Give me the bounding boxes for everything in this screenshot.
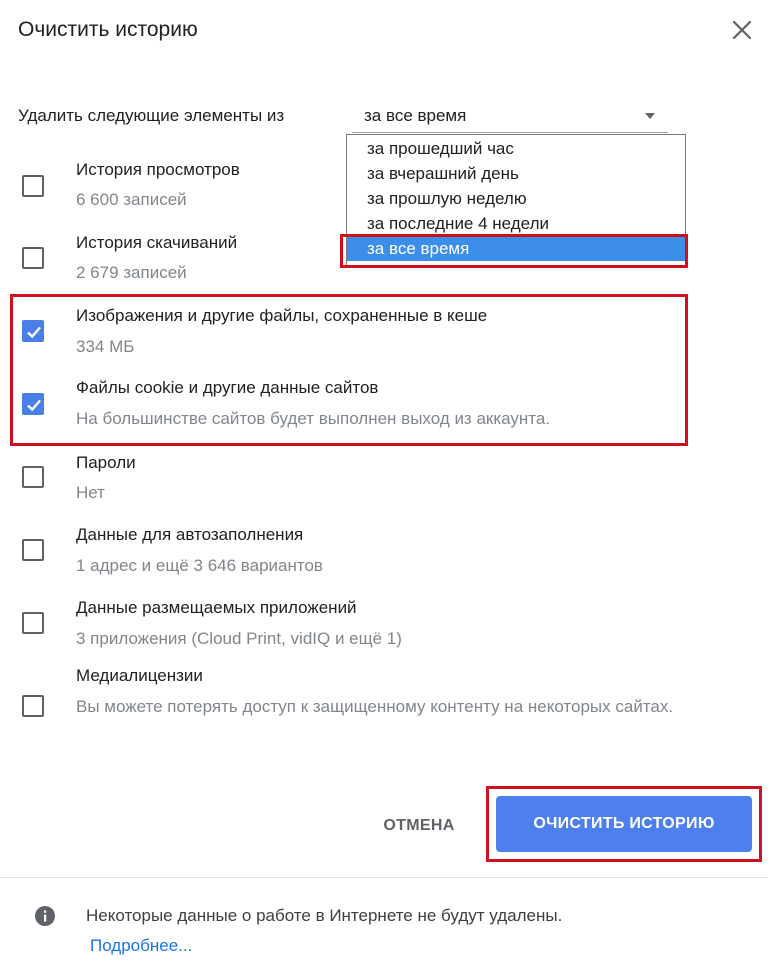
info-icon	[35, 906, 55, 926]
close-icon[interactable]	[728, 16, 756, 44]
item-subtitle-cookies: На большинстве сайтов будет выполнен вых…	[76, 409, 551, 428]
clear-history-button[interactable]: ОЧИСТИТЬ ИСТОРИЮ	[496, 796, 752, 852]
dropdown-option-last-week[interactable]: за прошлую неделю	[347, 186, 685, 211]
dialog-title: Очистить историю	[18, 18, 198, 41]
item-title-cached-images: Изображения и другие файлы, сохраненные …	[76, 306, 488, 325]
item-subtitle-media-licenses: Вы можете потерять доступ к защищенному …	[76, 697, 674, 716]
item-subtitle-browsing-history: 6 600 записей	[76, 190, 187, 209]
cancel-button[interactable]: ОТМЕНА	[368, 808, 470, 844]
item-title-download-history: История скачиваний	[76, 233, 238, 252]
item-subtitle-hosted-apps: 3 приложения (Cloud Print, vidIQ и ещё 1…	[76, 629, 402, 648]
footer-divider	[0, 877, 768, 878]
checkbox-autofill[interactable]	[22, 539, 44, 561]
dropdown-option-last-4-weeks[interactable]: за последние 4 недели	[347, 211, 685, 236]
time-range-label: Удалить следующие элементы из	[18, 106, 285, 125]
checkbox-media-licenses[interactable]	[22, 695, 44, 717]
checkbox-hosted-apps[interactable]	[22, 612, 44, 634]
item-subtitle-download-history: 2 679 записей	[76, 263, 187, 282]
time-range-dropdown: за прошедший час за вчерашний день за пр…	[346, 134, 686, 266]
item-title-cookies: Файлы cookie и другие данные сайтов	[76, 378, 379, 397]
time-range-value: за все время	[364, 106, 467, 125]
item-title-passwords: Пароли	[76, 453, 136, 472]
footer-note: Некоторые данные о работе в Интернете не…	[86, 906, 563, 925]
checkbox-cached-images[interactable]	[22, 320, 44, 342]
item-subtitle-passwords: Нет	[76, 483, 105, 502]
time-range-select[interactable]: за все время	[352, 100, 668, 133]
checkmark-icon	[27, 326, 41, 339]
dropdown-option-last-hour[interactable]: за прошедший час	[347, 136, 685, 161]
checkmark-icon	[27, 399, 41, 412]
item-subtitle-cached-images: 334 МБ	[76, 337, 135, 356]
checkbox-browsing-history[interactable]	[22, 175, 44, 197]
checkbox-passwords[interactable]	[22, 466, 44, 488]
dropdown-option-all-time[interactable]: за все время	[347, 236, 685, 261]
item-title-browsing-history: История просмотров	[76, 160, 240, 179]
dropdown-option-yesterday[interactable]: за вчерашний день	[347, 161, 685, 186]
item-title-media-licenses: Медиалицензии	[76, 666, 203, 685]
item-subtitle-autofill: 1 адрес и ещё 3 646 вариантов	[76, 556, 323, 575]
dropdown-arrow-icon	[645, 113, 655, 119]
item-title-hosted-apps: Данные размещаемых приложений	[76, 598, 357, 617]
learn-more-link[interactable]: Подробнее...	[90, 936, 192, 956]
item-title-autofill: Данные для автозаполнения	[76, 525, 304, 544]
checkbox-download-history[interactable]	[22, 247, 44, 269]
checkbox-cookies[interactable]	[22, 393, 44, 415]
